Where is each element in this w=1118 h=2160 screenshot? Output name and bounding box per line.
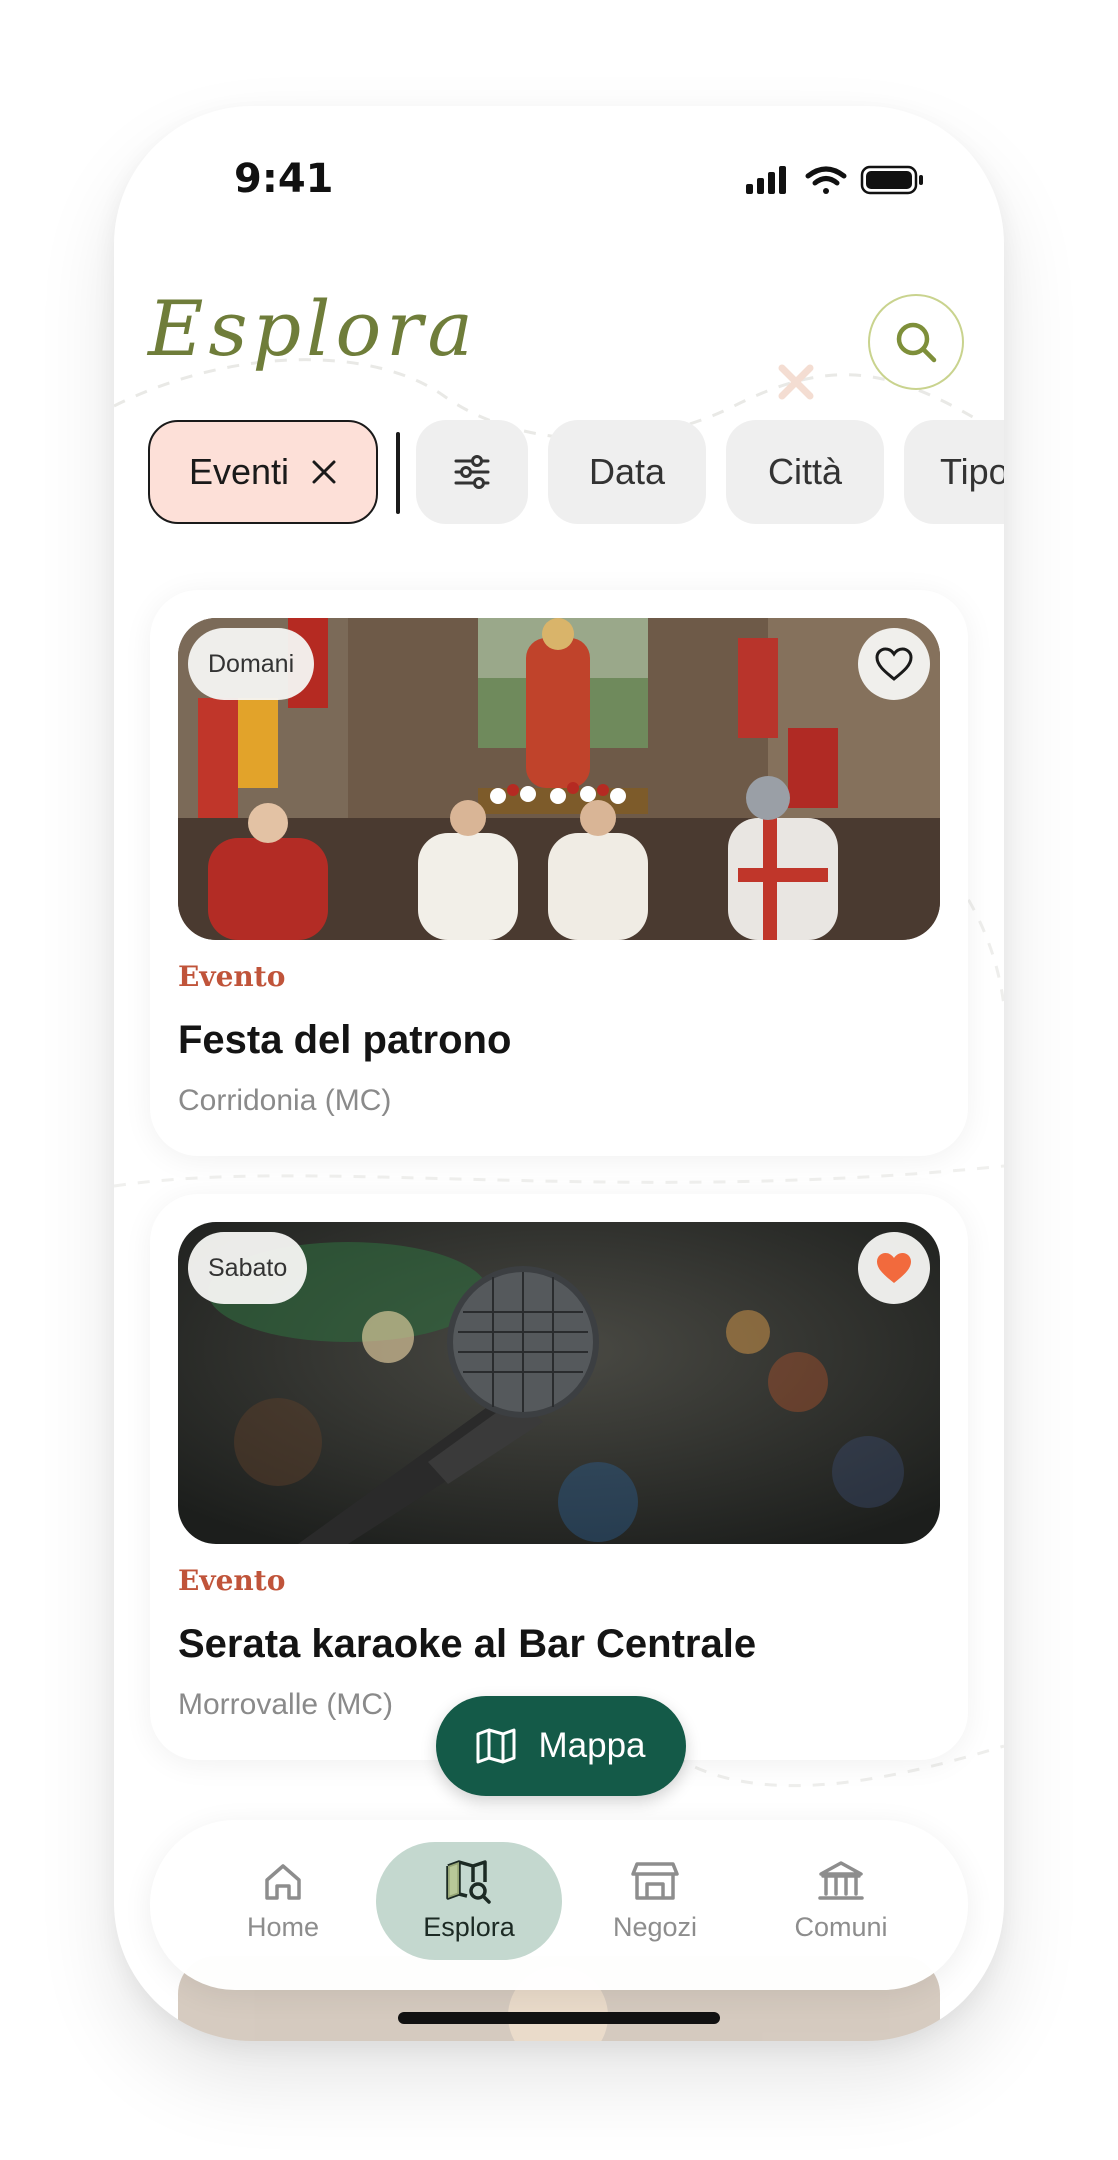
home-icon	[265, 1863, 301, 1900]
map-button[interactable]: Mappa	[436, 1696, 686, 1796]
decorative-x-icon	[778, 364, 814, 400]
filter-bar: Eventi Data Città Tipo	[148, 420, 1004, 526]
heart-filled-icon	[877, 1253, 911, 1283]
wifi-icon	[805, 166, 847, 194]
nav-item-esplora[interactable]: Esplora	[376, 1842, 562, 1960]
nav-item-label: Esplora	[423, 1911, 515, 1942]
map-search-icon	[446, 1859, 491, 1904]
event-category: Evento	[178, 960, 286, 993]
filter-chip-active-label: Eventi	[188, 451, 290, 492]
status-time: 9:41	[234, 156, 334, 202]
nav-item-label: Comuni	[794, 1911, 888, 1942]
filter-settings-button[interactable]	[416, 420, 528, 524]
filter-divider	[396, 432, 400, 514]
map-icon	[476, 1728, 516, 1764]
event-image: Domani	[178, 618, 940, 940]
event-image: Sabato	[178, 1222, 940, 1544]
filter-chip-tipo[interactable]: Tipo	[904, 420, 1004, 524]
nav-item-comuni[interactable]: Comuni	[748, 1842, 934, 1960]
filter-chip-data[interactable]: Data	[548, 420, 706, 524]
event-location: Morrovalle (MC)	[178, 1688, 394, 1721]
nav-item-home[interactable]: Home	[190, 1842, 376, 1960]
event-title: Festa del patrono	[178, 1018, 512, 1062]
event-location: Corridonia (MC)	[178, 1084, 392, 1117]
page-title: Esplora	[148, 284, 478, 373]
nav-item-negozi[interactable]: Negozi	[562, 1842, 748, 1960]
signal-icon	[746, 166, 786, 194]
store-icon	[631, 1861, 679, 1900]
bottom-nav: Home Esplora Negozi Comuni	[150, 1820, 968, 1990]
close-icon[interactable]	[311, 459, 337, 485]
date-badge: Domani	[188, 628, 315, 700]
filter-chip-active[interactable]: Eventi	[148, 420, 378, 524]
favorite-button[interactable]	[858, 628, 930, 700]
event-category: Evento	[178, 1564, 286, 1597]
date-badge: Sabato	[188, 1232, 308, 1304]
search-icon	[896, 322, 937, 363]
town-hall-icon	[818, 1860, 864, 1900]
favorite-button[interactable]	[858, 1232, 930, 1304]
event-card[interactable]: Sabato Evento Serata karaoke al Bar Cent…	[150, 1194, 968, 1760]
search-button[interactable]	[868, 294, 964, 390]
sliders-icon	[454, 455, 490, 489]
phone-screen: 9:41 Esplora Eventi Data Città Tipo Doma…	[114, 106, 1004, 2041]
nav-item-label: Negozi	[612, 1911, 698, 1942]
event-card[interactable]: Domani Evento Festa del patrono Corridon…	[150, 590, 968, 1156]
home-indicator	[398, 2012, 720, 2024]
nav-item-label: Home	[246, 1911, 320, 1942]
battery-icon	[860, 165, 923, 195]
heart-outline-icon	[875, 647, 913, 681]
map-button-label: Mappa	[538, 1726, 646, 1765]
status-icons	[746, 165, 923, 195]
filter-chip-citta[interactable]: Città	[726, 420, 884, 524]
event-title: Serata karaoke al Bar Centrale	[178, 1622, 757, 1666]
